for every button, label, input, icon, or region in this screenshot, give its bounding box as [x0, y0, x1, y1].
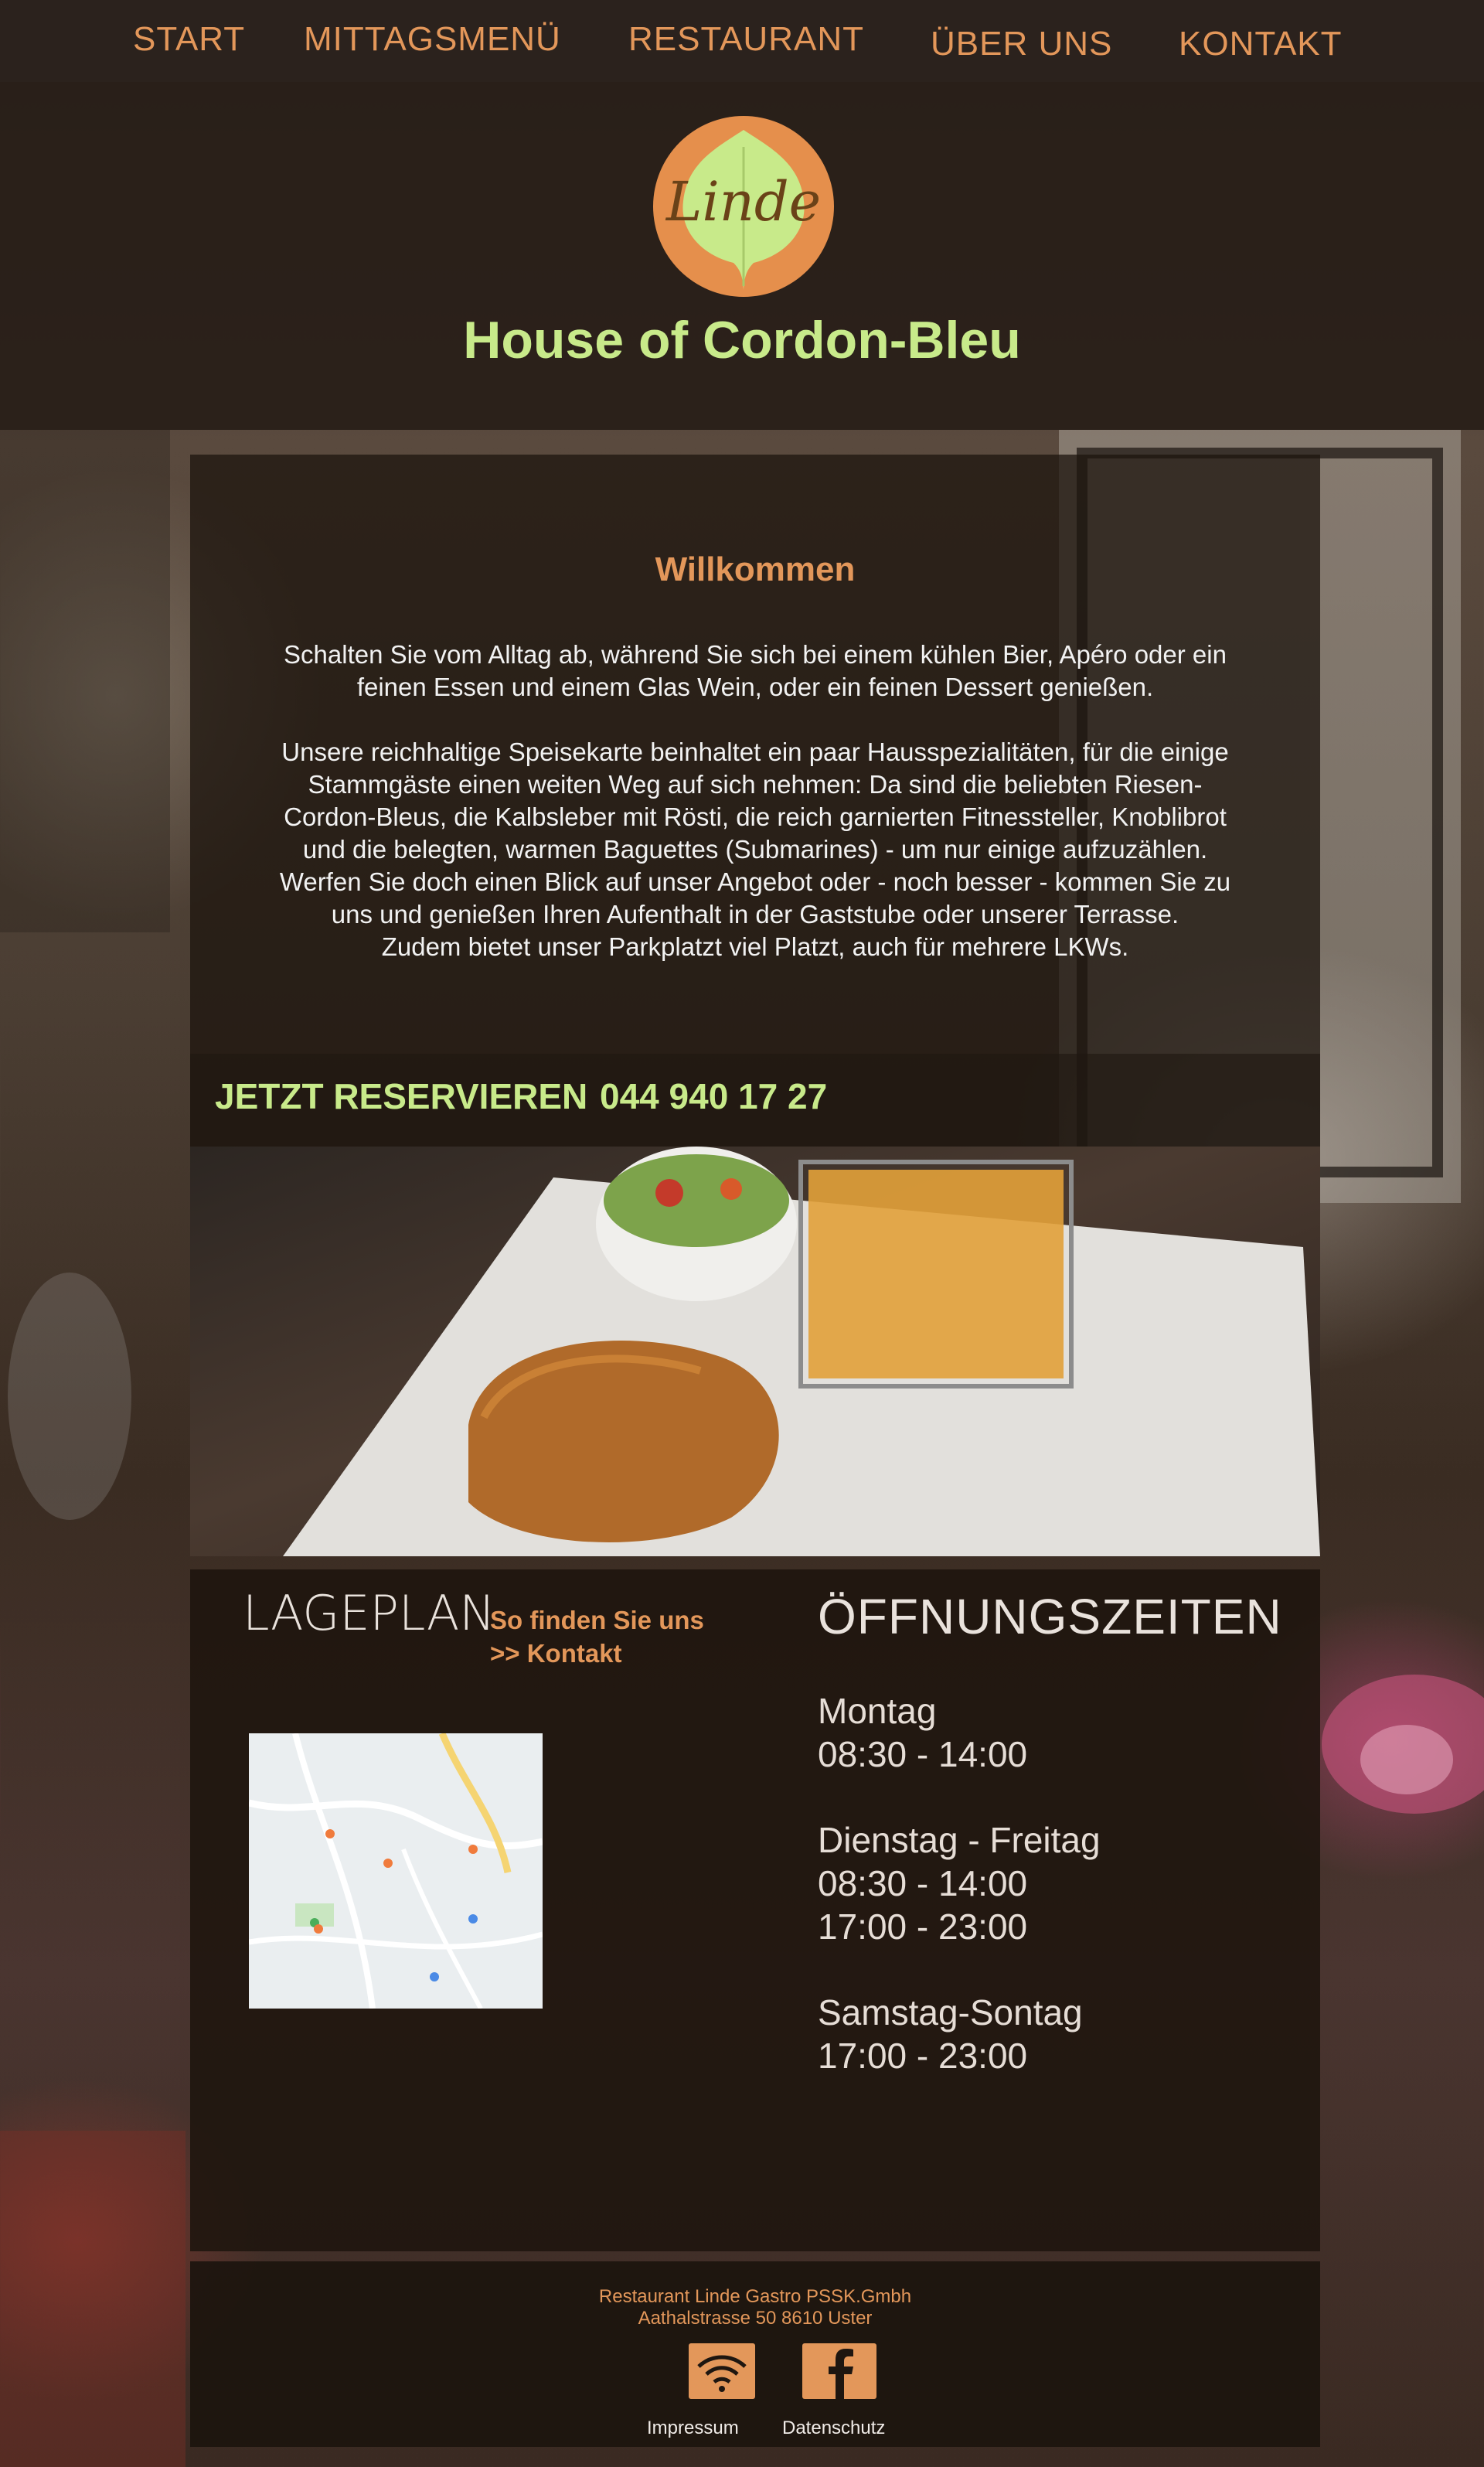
nav-ueber-uns[interactable]: ÜBER UNS: [931, 25, 1112, 63]
nav-restaurant[interactable]: RESTAURANT: [628, 20, 864, 59]
nav-start[interactable]: START: [133, 20, 245, 59]
welcome-paragraph-3: Zudem bietet unser Parkplatzt viel Platz…: [381, 932, 1129, 961]
reserve-bar: JETZT RESERVIEREN 044 940 17 27: [190, 1054, 1320, 1147]
hours-time: 17:00 - 23:00: [818, 1906, 1028, 1947]
nav-mittagsmenu[interactable]: MITTAGSMENÜ: [304, 20, 561, 59]
hours-time: 08:30 - 14:00: [818, 1734, 1028, 1774]
hours-entry-samstag-sonntag: Samstag-Sontag 17:00 - 23:00: [818, 1991, 1083, 2077]
top-navigation: START MITTAGSMENÜ RESTAURANT ÜBER UNS KO…: [0, 0, 1484, 82]
nav-kontakt[interactable]: KONTAKT: [1179, 25, 1343, 63]
welcome-text: Schalten Sie vom Alltag ab, während Sie …: [267, 639, 1243, 996]
hours-title: ÖFFNUNGSZEITEN: [818, 1589, 1282, 1644]
impressum-link[interactable]: Impressum: [647, 2418, 739, 2439]
lageplan-title: LAGEPLAN: [243, 1585, 495, 1641]
hours-day: Samstag-Sontag: [818, 1992, 1083, 2033]
footer-address: Aathalstrasse 50 8610 Uster: [638, 2308, 873, 2329]
welcome-paragraph-1: Schalten Sie vom Alltag ab, während Sie …: [284, 640, 1227, 701]
finden-link[interactable]: So finden Sie uns: [490, 1603, 704, 1637]
food-photo: [190, 1147, 1320, 1556]
hours-entry-dienstag-freitag: Dienstag - Freitag 08:30 - 14:00 17:00 -…: [818, 1818, 1101, 1948]
hours-day: Montag: [818, 1691, 937, 1731]
site-header: Linde House of Cordon-Bleu: [0, 82, 1484, 430]
datenschutz-link[interactable]: Datenschutz: [782, 2418, 885, 2439]
reserve-phone[interactable]: 044 940 17 27: [600, 1075, 827, 1117]
hours-entry-montag: Montag 08:30 - 14:00: [818, 1689, 1027, 1776]
facebook-icon[interactable]: [802, 2343, 876, 2399]
site-title: House of Cordon-Bleu: [463, 311, 1021, 370]
wifi-icon[interactable]: [689, 2343, 755, 2399]
finden-links: So finden Sie uns >> Kontakt: [490, 1603, 704, 1670]
info-section: LAGEPLAN So finden Sie uns >> Kontakt ÖF…: [190, 1569, 1320, 2251]
hours-time: 08:30 - 14:00: [818, 1863, 1028, 1903]
logo-text: Linde: [665, 170, 822, 233]
hours-day: Dienstag - Freitag: [818, 1820, 1101, 1860]
location-map[interactable]: [249, 1733, 543, 2009]
kontakt-link[interactable]: >> Kontakt: [490, 1637, 704, 1670]
footer: Restaurant Linde Gastro PSSK.Gmbh Aathal…: [190, 2261, 1320, 2447]
welcome-title: Willkommen: [655, 550, 856, 588]
logo[interactable]: Linde: [653, 116, 834, 297]
hours-time: 17:00 - 23:00: [818, 2036, 1028, 2076]
welcome-paragraph-2: Unsere reichhaltige Speisekarte beinhalt…: [279, 738, 1231, 929]
reserve-label[interactable]: JETZT RESERVIEREN: [215, 1075, 587, 1117]
footer-company: Restaurant Linde Gastro PSSK.Gmbh: [598, 2286, 912, 2307]
